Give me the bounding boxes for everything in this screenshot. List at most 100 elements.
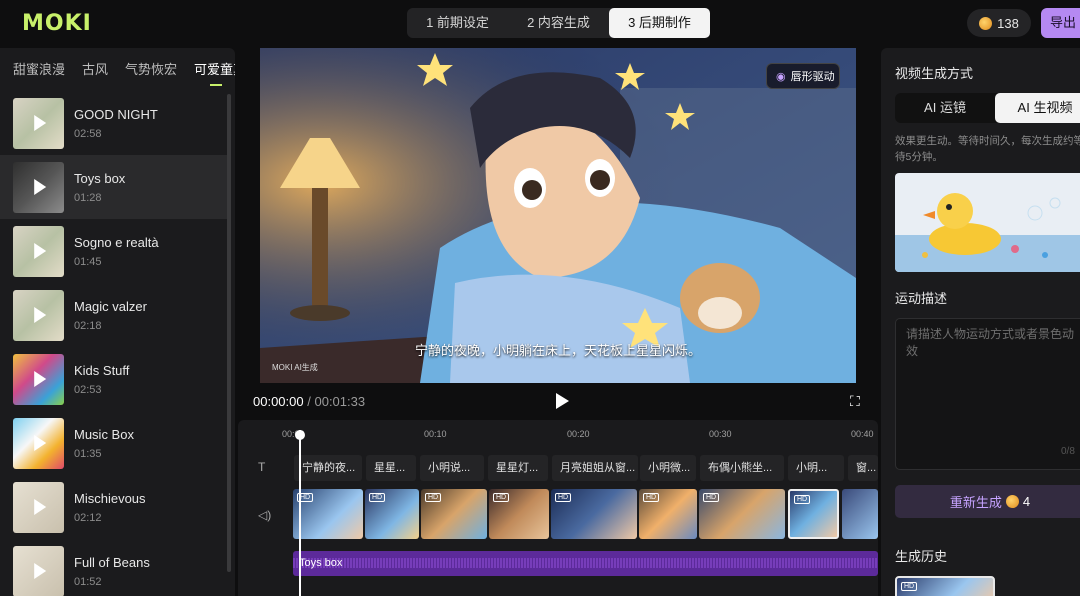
- video-clip[interactable]: HD: [293, 489, 363, 539]
- mode-hint: 效果更生动。等待时间久，每次生成约等待5分钟。: [895, 135, 1080, 163]
- top-bar: MOKI 1 前期设定 2 内容生成 3 后期制作 138 导出 ⌄: [0, 0, 1080, 46]
- play-icon[interactable]: [33, 499, 46, 515]
- duck-preview-image[interactable]: [895, 173, 1080, 272]
- subtitle-segment[interactable]: 布偶小熊坐...: [700, 455, 784, 481]
- track-name: Music Box: [74, 426, 134, 442]
- timeline-ruler[interactable]: 00:00 00:10 00:20 00:30 00:40: [238, 420, 878, 444]
- char-counter: 0/8: [1061, 446, 1075, 457]
- playhead[interactable]: [295, 430, 305, 596]
- video-clip[interactable]: HD: [699, 489, 785, 539]
- video-clip[interactable]: HD: [639, 489, 697, 539]
- ai-video-button[interactable]: AI 生视频: [995, 93, 1080, 123]
- track-item[interactable]: Music Box 01:35: [0, 411, 228, 475]
- subtitle-segment[interactable]: 月亮姐姐从窗...: [552, 455, 638, 481]
- play-icon[interactable]: [33, 179, 46, 195]
- track-name: Mischievous: [74, 490, 146, 506]
- hd-badge: HD: [703, 493, 720, 502]
- motion-description-input[interactable]: 请描述人物运动方式或者景色动效: [895, 318, 1080, 470]
- subtitle-segment[interactable]: 窗...: [848, 455, 878, 481]
- tab-pre-production[interactable]: 1 前期设定: [407, 8, 508, 38]
- track-name: Magic valzer: [74, 298, 147, 314]
- regenerate-cost: 4: [1022, 494, 1031, 509]
- video-preview[interactable]: [260, 48, 856, 383]
- mode-title: 视频生成方式: [895, 66, 974, 81]
- subtitle-segment[interactable]: 宁静的夜...: [294, 455, 362, 481]
- coin-icon: [1005, 495, 1019, 508]
- track-item[interactable]: Kids Stuff 02:53: [0, 347, 228, 411]
- lip-sync-label: 唇形驱动: [790, 71, 835, 83]
- track-item[interactable]: GOOD NIGHT 02:58: [0, 91, 228, 155]
- play-icon[interactable]: [33, 563, 46, 579]
- export-button[interactable]: 导出 ⌄: [1041, 8, 1080, 38]
- track-name: GOOD NIGHT: [74, 106, 158, 122]
- track-name: Sogno e realtà: [74, 234, 159, 250]
- track-list: GOOD NIGHT 02:58 Toys box 01:28 Sogno e re…: [0, 91, 228, 596]
- regenerate-label: 重新生成: [949, 495, 1002, 510]
- track-item[interactable]: Full of Beans 01:52: [0, 539, 228, 596]
- timeline[interactable]: 00:00 00:10 00:20 00:30 00:40 T 宁静的夜... …: [238, 420, 878, 596]
- subtitle-segment[interactable]: 小明微...: [640, 455, 696, 481]
- subtitle-segment[interactable]: 星星...: [366, 455, 416, 481]
- video-clip[interactable]: HD: [551, 489, 637, 539]
- track-item[interactable]: Sogno e realtà 01:45: [0, 219, 228, 283]
- video-clip[interactable]: [842, 489, 878, 539]
- history-title: 生成历史: [895, 549, 948, 564]
- total-time: 00:01:33: [314, 394, 366, 409]
- text-track-icon: T: [258, 460, 266, 474]
- history-thumbnail[interactable]: HD: [895, 576, 995, 596]
- hd-badge: HD: [555, 493, 572, 502]
- subtitle-segment[interactable]: 小明...: [788, 455, 844, 481]
- ai-camera-button[interactable]: AI 运镜: [895, 93, 995, 123]
- video-subtitle: 宁静的夜晚，小明躺在床上，天花板上星星闪烁。: [414, 343, 701, 358]
- video-clip-selected[interactable]: HD: [788, 489, 839, 539]
- motion-title: 运动描述: [895, 291, 948, 306]
- track-name: Full of Beans: [74, 554, 150, 570]
- tab-ancient-style[interactable]: 古风: [82, 59, 108, 78]
- play-icon[interactable]: [556, 393, 569, 409]
- video-clip[interactable]: HD: [365, 489, 419, 539]
- audio-track[interactable]: Toys box: [293, 551, 878, 576]
- track-duration: 02:53: [74, 383, 102, 396]
- track-item[interactable]: Toys box 01:28: [0, 155, 228, 219]
- tab-cute-childlike[interactable]: 可爱童真: [194, 59, 235, 86]
- hd-badge: HD: [493, 493, 510, 502]
- track-name: Kids Stuff: [74, 362, 130, 378]
- tab-epic[interactable]: 气势恢宏: [125, 59, 177, 78]
- export-label: 导出: [1050, 15, 1077, 30]
- lip-sync-button[interactable]: ◉ 唇形驱动: [766, 63, 840, 89]
- coin-icon: [979, 16, 993, 30]
- mode-switch: AI 运镜 AI 生视频: [895, 93, 1080, 123]
- timecode: 00:00:00 / 00:01:33: [253, 394, 365, 409]
- subtitle-segment[interactable]: 小明说...: [420, 455, 484, 481]
- track-duration: 02:12: [74, 511, 102, 524]
- play-icon[interactable]: [33, 435, 46, 451]
- track-cover: [13, 289, 64, 341]
- track-list-scrollbar[interactable]: [227, 94, 231, 572]
- track-duration: 01:28: [74, 191, 102, 204]
- subtitle-segment[interactable]: 星星灯...: [488, 455, 548, 481]
- tab-sweet-romance[interactable]: 甜蜜浪漫: [13, 59, 65, 78]
- play-icon[interactable]: [33, 371, 46, 387]
- watermark: MOKI AI生成: [272, 363, 318, 372]
- hd-badge: HD: [794, 495, 811, 504]
- play-icon[interactable]: [33, 307, 46, 323]
- credit-balance[interactable]: 138: [967, 9, 1031, 37]
- play-icon[interactable]: [33, 243, 46, 259]
- track-name: Toys box: [74, 170, 126, 186]
- tab-content-generation[interactable]: 2 内容生成: [508, 8, 609, 38]
- track-duration: 01:45: [74, 255, 102, 268]
- regenerate-button[interactable]: 重新生成 4: [895, 485, 1080, 518]
- fullscreen-icon[interactable]: ⛶: [850, 393, 864, 409]
- moki-logo[interactable]: MOKI: [22, 11, 92, 36]
- video-clip[interactable]: HD: [489, 489, 549, 539]
- step-tabs: 1 前期设定 2 内容生成 3 后期制作: [407, 8, 710, 38]
- track-cover: [13, 481, 64, 533]
- track-item[interactable]: Mischievous 02:12: [0, 475, 228, 539]
- track-item[interactable]: Magic valzer 02:18: [0, 283, 228, 347]
- play-icon[interactable]: [33, 115, 46, 131]
- tab-post-production[interactable]: 3 后期制作: [609, 8, 710, 38]
- hd-badge: HD: [901, 582, 918, 591]
- audio-waveform: [293, 558, 878, 568]
- video-clip[interactable]: HD: [421, 489, 487, 539]
- current-time: 00:00:00: [253, 394, 304, 409]
